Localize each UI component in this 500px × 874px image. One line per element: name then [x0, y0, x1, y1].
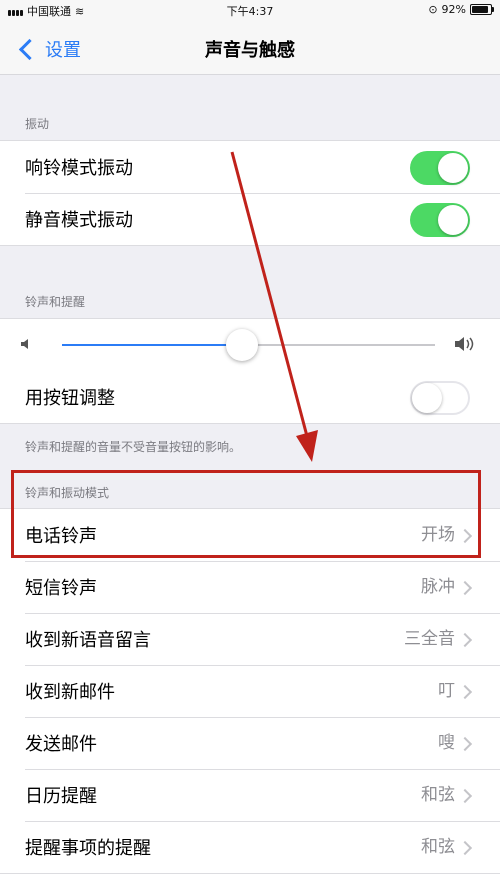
ringer-footnote: 铃声和提醒的音量不受音量按钮的影响。 [25, 440, 242, 454]
row-value: 三全音 [404, 629, 455, 649]
chevron-right-icon [457, 736, 473, 752]
row-value: 脉冲 [421, 577, 455, 597]
section-header-ringer: 铃声和提醒 [25, 295, 86, 309]
new-voicemail-row[interactable]: 收到新语音留言 三全音 [0, 613, 500, 665]
row-label: 用按钮调整 [25, 388, 115, 409]
sent-mail-row[interactable]: 发送邮件 嗖 [0, 717, 500, 769]
row-label: 收到新邮件 [25, 682, 115, 703]
status-bar: 中国联通 ≋ 下午4:37 ⊙ 92% [0, 0, 500, 22]
volume-track-empty [242, 344, 435, 346]
volume-high-icon [455, 337, 474, 351]
row-value: 和弦 [421, 837, 455, 857]
chevron-right-icon [457, 684, 473, 700]
new-mail-row[interactable]: 收到新邮件 叮 [0, 665, 500, 717]
row-label: 发送邮件 [25, 734, 97, 755]
row-label: 提醒事项的提醒 [25, 838, 151, 859]
text-tone-row[interactable]: 短信铃声 脉冲 [0, 561, 500, 613]
vibrate-on-ring-toggle[interactable] [410, 151, 470, 185]
row-label: 静音模式振动 [25, 210, 133, 231]
status-right: ⊙ 92% [428, 3, 494, 16]
volume-track-filled [62, 344, 242, 346]
reminder-alerts-row[interactable]: 提醒事项的提醒 和弦 [0, 821, 500, 873]
row-label: 响铃模式振动 [25, 158, 133, 179]
change-with-buttons-toggle[interactable] [410, 381, 470, 415]
sounds-group: 电话铃声 开场 短信铃声 脉冲 收到新语音留言 三全音 收到新邮件 叮 发送邮件… [0, 508, 500, 874]
vibration-group: 响铃模式振动 静音模式振动 [0, 140, 500, 246]
row-label: 收到新语音留言 [25, 630, 151, 651]
volume-slider-thumb[interactable] [226, 329, 258, 361]
row-label: 短信铃声 [25, 578, 97, 599]
vibrate-on-silent-row: 静音模式振动 [0, 193, 500, 245]
section-header-vibration: 振动 [25, 117, 50, 131]
row-label: 日历提醒 [25, 786, 97, 807]
calendar-alerts-row[interactable]: 日历提醒 和弦 [0, 769, 500, 821]
row-value: 嗖 [438, 733, 455, 753]
vibrate-on-silent-toggle[interactable] [410, 203, 470, 237]
vibrate-on-ring-row: 响铃模式振动 [0, 141, 500, 193]
status-time: 下午4:37 [226, 5, 274, 18]
chevron-right-icon [457, 840, 473, 856]
ringer-volume-row [0, 319, 500, 371]
battery-percent: 92% [441, 3, 466, 16]
chevron-right-icon [457, 580, 473, 596]
volume-low-icon [21, 339, 28, 349]
ringer-group: 用按钮调整 [0, 318, 500, 424]
orientation-lock-icon: ⊙ [428, 3, 438, 16]
page-title: 声音与触感 [205, 40, 295, 61]
chevron-right-icon [457, 788, 473, 804]
chevron-right-icon [457, 632, 473, 648]
battery-icon [470, 4, 494, 15]
row-value: 叮 [438, 681, 455, 701]
annotation-highlight-box [11, 470, 481, 558]
change-with-buttons-row: 用按钮调整 [0, 371, 500, 423]
nav-bar: 设置 声音与触感 [0, 22, 500, 75]
row-value: 和弦 [421, 785, 455, 805]
